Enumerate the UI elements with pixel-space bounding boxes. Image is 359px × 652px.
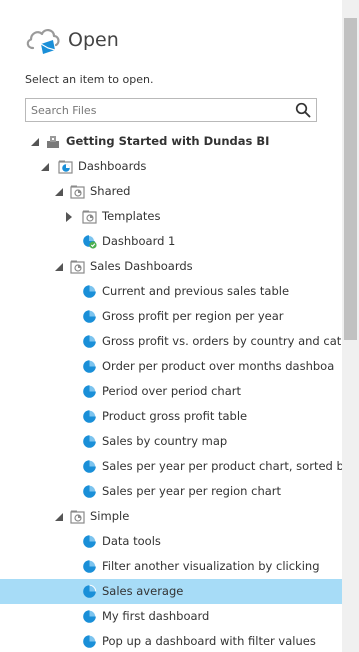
tree-item-label: Period over period chart — [102, 384, 241, 398]
scrollbar-thumb[interactable] — [344, 18, 357, 340]
tree-item-label: Filter another visualization by clicking — [102, 559, 320, 573]
tree-item-label: Sales per year per region chart — [102, 484, 282, 498]
tree-item[interactable]: Getting Started with Dundas BI — [0, 129, 342, 154]
tree-item[interactable]: Filter another visualization by clicking — [0, 554, 342, 579]
project-icon — [47, 136, 59, 148]
tree-item[interactable]: Gross profit per region per year — [0, 304, 342, 329]
tree-item-label: Sales by country map — [102, 434, 228, 448]
tree-item-label: Gross profit per region per year — [102, 309, 284, 323]
dashboard-checked-icon — [83, 235, 97, 249]
expanded-arrow-icon[interactable] — [54, 512, 64, 522]
dashboard-icon — [83, 434, 97, 448]
tree-item[interactable]: Shared — [0, 179, 342, 204]
dashboard-icon — [83, 334, 97, 348]
tree-item-label: Simple — [90, 509, 130, 523]
tree-item[interactable]: Sales by country map — [0, 429, 342, 454]
tree-item[interactable]: Sales per year per region chart — [0, 479, 342, 504]
vertical-scrollbar[interactable] — [342, 0, 359, 652]
tree-item[interactable]: Dashboard 1 — [0, 229, 342, 254]
tree-item[interactable]: My first dashboard — [0, 604, 342, 629]
tree-item[interactable]: Templates — [0, 204, 342, 229]
tree-item[interactable]: Dashboards — [0, 154, 342, 179]
tree-item[interactable]: Simple — [0, 504, 342, 529]
tree-item-label: Gross profit vs. orders by country and c… — [102, 334, 342, 348]
expanded-arrow-icon[interactable] — [30, 137, 40, 147]
tree-item-label: Pop up a dashboard with filter values — [102, 634, 316, 648]
tree-item-label: Sales per year per product chart, sorted… — [102, 459, 342, 473]
dashboards-folder-icon — [58, 160, 73, 174]
dialog-title: Open — [68, 29, 119, 51]
dashboard-icon — [83, 534, 97, 548]
tree-item-label: Order per product over months dashboa — [102, 359, 335, 373]
tree-item[interactable]: Gross profit vs. orders by country and c… — [0, 329, 342, 354]
tree-item-label: My first dashboard — [102, 609, 210, 623]
folder-icon — [70, 260, 85, 274]
tree-item-label: Shared — [90, 184, 131, 198]
expanded-arrow-icon[interactable] — [40, 162, 50, 172]
dashboard-icon — [83, 609, 97, 623]
tree-item-label: Templates — [102, 209, 161, 223]
dashboard-icon — [83, 309, 97, 323]
tree-item[interactable]: Sales per year per product chart, sorted… — [0, 454, 342, 479]
instruction-text: Select an item to open. — [25, 73, 154, 86]
dashboard-icon — [83, 559, 97, 573]
open-panel: Open Select an item to open. Getting Sta… — [0, 0, 342, 652]
tree-item[interactable]: Data tools — [0, 529, 342, 554]
tree-item[interactable]: Pop up a dashboard with filter values — [0, 629, 342, 652]
tree-item-label: Sales average — [102, 584, 184, 598]
search-icon[interactable] — [295, 102, 311, 118]
tree-item-label: Data tools — [102, 534, 161, 548]
expanded-arrow-icon[interactable] — [54, 187, 64, 197]
folder-icon — [82, 210, 97, 224]
tree-item[interactable]: Current and previous sales table — [0, 279, 342, 304]
expanded-arrow-icon[interactable] — [54, 262, 64, 272]
dashboard-icon — [83, 359, 97, 373]
tree-item-label: Dashboards — [78, 159, 147, 173]
dashboard-icon — [83, 384, 97, 398]
tree-item[interactable]: Sales Dashboards — [0, 254, 342, 279]
tree-item-label: Product gross profit table — [102, 409, 248, 423]
dashboard-icon — [83, 584, 97, 598]
tree-item[interactable]: Product gross profit table — [0, 404, 342, 429]
tree-item[interactable]: Period over period chart — [0, 379, 342, 404]
search-input[interactable] — [31, 100, 289, 121]
tree-item[interactable]: Order per product over months dashboa — [0, 354, 342, 379]
file-tree: Getting Started with Dundas BI Dashboards… — [0, 129, 342, 652]
dialog-header: Open — [24, 24, 119, 56]
dashboard-icon — [83, 459, 97, 473]
collapsed-arrow-icon[interactable] — [64, 212, 74, 222]
tree-item-label: Sales Dashboards — [90, 259, 193, 273]
dashboard-icon — [83, 484, 97, 498]
dashboard-icon — [83, 634, 97, 648]
folder-icon — [70, 510, 85, 524]
tree-item-label: Current and previous sales table — [102, 284, 290, 298]
cloud-open-icon — [26, 29, 60, 54]
dashboard-icon — [83, 284, 97, 298]
tree-item-label: Getting Started with Dundas BI — [66, 134, 270, 148]
tree-item[interactable]: Sales average — [0, 579, 342, 604]
search-box — [25, 98, 317, 122]
tree-item-label: Dashboard 1 — [102, 234, 176, 248]
folder-icon — [70, 185, 85, 199]
dashboard-icon — [83, 409, 97, 423]
